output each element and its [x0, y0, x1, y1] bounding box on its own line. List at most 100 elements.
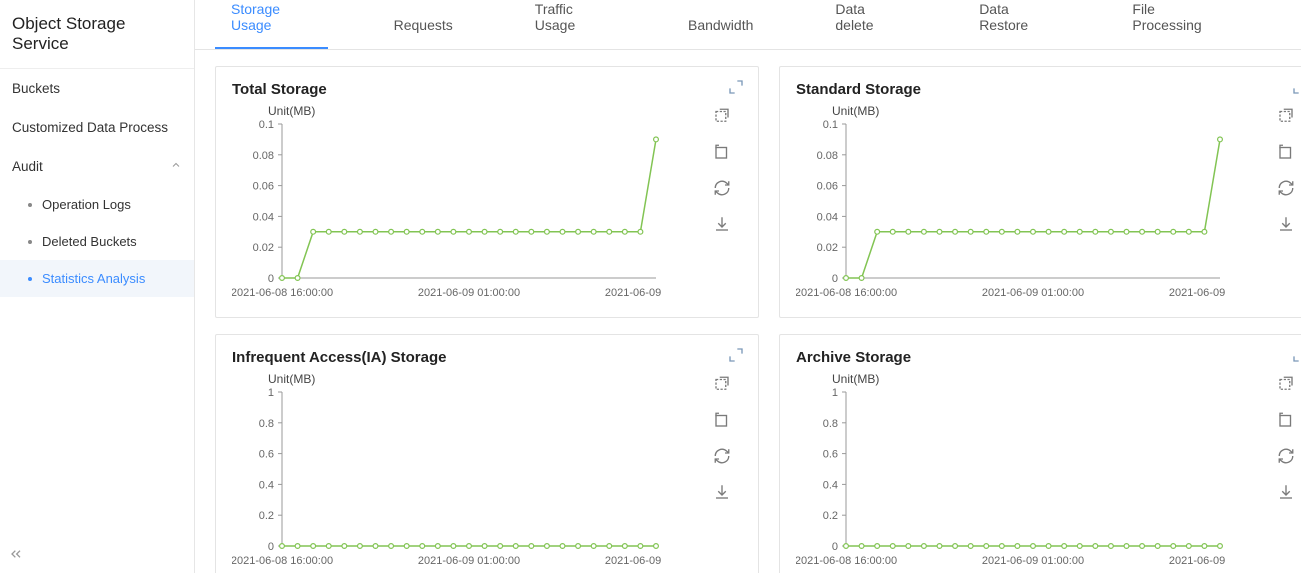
sidebar-item-customized-data-process[interactable]: Customized Data Process — [0, 108, 194, 147]
sidebar-item-audit[interactable]: Audit — [0, 147, 194, 186]
svg-text:0.08: 0.08 — [253, 150, 274, 162]
tool-refresh-icon[interactable] — [712, 178, 732, 198]
svg-text:2021-06-08 16:00:00: 2021-06-08 16:00:00 — [796, 287, 897, 299]
svg-text:2021-06-09 01:00:00: 2021-06-09 01:00:00 — [418, 555, 520, 567]
svg-text:2021-06-09 01:00:00: 2021-06-09 01:00:00 — [418, 287, 520, 299]
tool-area-select-icon[interactable] — [1276, 106, 1296, 126]
sidebar-item-buckets[interactable]: Buckets — [0, 69, 194, 108]
sidebar-sub-label: Statistics Analysis — [42, 271, 145, 286]
svg-text:2021-06-08 16:00:00: 2021-06-08 16:00:00 — [232, 287, 333, 299]
sidebar-item-label: Buckets — [12, 81, 60, 96]
svg-text:0.1: 0.1 — [823, 120, 838, 131]
svg-text:0.2: 0.2 — [259, 510, 274, 522]
card-archive-storage: Archive Storage Unit(MB) 0 0.2 0.4 0.6 0.8 1 2… — [779, 334, 1301, 573]
chart-unit-label: Unit(MB) — [268, 372, 702, 386]
tool-refresh-icon[interactable] — [1276, 178, 1296, 198]
svg-text:0: 0 — [832, 541, 838, 553]
chart-ia-storage: 0 0.2 0.4 0.6 0.8 1 2021-06-08 16:00:00 2021-06… — [232, 388, 662, 568]
svg-text:0: 0 — [268, 541, 274, 553]
tool-download-icon[interactable] — [1276, 482, 1296, 502]
tab-storage-usage[interactable]: Storage Usage — [215, 0, 328, 49]
tool-download-icon[interactable] — [1276, 214, 1296, 234]
tool-area-select-icon[interactable] — [1276, 374, 1296, 394]
tabs: Storage Usage Requests Traffic Usage Ban… — [195, 0, 1301, 50]
tab-requests[interactable]: Requests — [378, 3, 469, 49]
main: Storage Usage Requests Traffic Usage Ban… — [195, 0, 1301, 573]
tool-download-icon[interactable] — [712, 482, 732, 502]
card-tools — [1266, 372, 1301, 568]
tool-area-select-icon[interactable] — [712, 106, 732, 126]
card-tools — [702, 372, 742, 568]
expand-icon[interactable] — [728, 347, 744, 368]
expand-icon[interactable] — [1292, 347, 1301, 368]
chart-archive-storage: 0 0.2 0.4 0.6 0.8 1 2021-06-08 16:00:00 2021-06… — [796, 388, 1226, 568]
chart-unit-label: Unit(MB) — [268, 104, 702, 118]
sidebar-item-label: Audit — [12, 159, 43, 174]
svg-text:2021-06-09 01:00:00: 2021-06-09 01:00:00 — [982, 555, 1084, 567]
svg-text:0.06: 0.06 — [253, 181, 274, 193]
sidebar-sub-label: Operation Logs — [42, 197, 131, 212]
card-tools — [702, 104, 742, 300]
svg-text:2021-06-09 01:00:00: 2021-06-09 01:00:00 — [982, 287, 1084, 299]
sidebar-collapse-icon[interactable] — [8, 546, 24, 565]
svg-text:2021-06-09 10:00:00: 2021-06-09 10:00:00 — [605, 287, 662, 299]
tool-download-icon[interactable] — [712, 214, 732, 234]
tool-reset-icon[interactable] — [1276, 410, 1296, 430]
sidebar-sub-deleted-buckets[interactable]: Deleted Buckets — [0, 223, 194, 260]
svg-text:2021-06-08 16:00:00: 2021-06-08 16:00:00 — [232, 555, 333, 567]
sidebar-sub-operation-logs[interactable]: Operation Logs — [0, 186, 194, 223]
card-title: Archive Storage — [796, 349, 1301, 366]
chart-standard-storage: 00.020.040.060.080.12021-06-08 16:00:002… — [796, 120, 1226, 300]
sidebar-sub-statistics-analysis[interactable]: Statistics Analysis — [0, 260, 194, 297]
tab-data-restore[interactable]: Data Restore — [963, 0, 1066, 49]
svg-text:2021-06-09 10:00:00: 2021-06-09 10:00:00 — [1169, 555, 1226, 567]
svg-text:0.8: 0.8 — [823, 418, 838, 430]
svg-text:2021-06-09 10:00:00: 2021-06-09 10:00:00 — [605, 555, 662, 567]
svg-text:0.6: 0.6 — [823, 449, 838, 461]
svg-text:0.1: 0.1 — [259, 120, 274, 131]
tool-area-select-icon[interactable] — [712, 374, 732, 394]
svg-text:2021-06-08 16:00:00: 2021-06-08 16:00:00 — [796, 555, 897, 567]
chart-unit-label: Unit(MB) — [832, 104, 1266, 118]
card-title: Standard Storage — [796, 81, 1301, 98]
card-title: Infrequent Access(IA) Storage — [232, 349, 742, 366]
sidebar: Object Storage Service Buckets Customize… — [0, 0, 195, 573]
svg-text:0.04: 0.04 — [817, 211, 838, 223]
card-tools — [1266, 104, 1301, 300]
sidebar-item-label: Customized Data Process — [12, 120, 168, 135]
svg-text:0.2: 0.2 — [823, 510, 838, 522]
tool-reset-icon[interactable] — [1276, 142, 1296, 162]
sidebar-title: Object Storage Service — [0, 0, 194, 69]
svg-text:0.04: 0.04 — [253, 211, 274, 223]
svg-text:0: 0 — [832, 273, 838, 285]
tool-refresh-icon[interactable] — [1276, 446, 1296, 466]
tool-reset-icon[interactable] — [712, 142, 732, 162]
svg-text:0.4: 0.4 — [259, 479, 274, 491]
tab-data-delete[interactable]: Data delete — [819, 0, 913, 49]
card-title: Total Storage — [232, 81, 742, 98]
tool-reset-icon[interactable] — [712, 410, 732, 430]
svg-text:1: 1 — [832, 388, 838, 399]
svg-text:0.4: 0.4 — [823, 479, 838, 491]
card-standard-storage: Standard Storage Unit(MB) 00.020.040.060… — [779, 66, 1301, 318]
chart-unit-label: Unit(MB) — [832, 372, 1266, 386]
sidebar-sub-label: Deleted Buckets — [42, 234, 137, 249]
chevron-up-icon — [170, 159, 182, 174]
svg-text:0.06: 0.06 — [817, 181, 838, 193]
tool-refresh-icon[interactable] — [712, 446, 732, 466]
svg-text:0.6: 0.6 — [259, 449, 274, 461]
svg-text:0.08: 0.08 — [817, 150, 838, 162]
expand-icon[interactable] — [728, 79, 744, 100]
expand-icon[interactable] — [1292, 79, 1301, 100]
svg-text:2021-06-09 10:00:00: 2021-06-09 10:00:00 — [1169, 287, 1226, 299]
svg-text:1: 1 — [268, 388, 274, 399]
svg-text:0: 0 — [268, 273, 274, 285]
tab-file-processing[interactable]: File Processing — [1116, 0, 1231, 49]
content: Total Storage Unit(MB) 0 0.02 0.04 0.06 0.08… — [195, 50, 1301, 573]
svg-text:0.8: 0.8 — [259, 418, 274, 430]
card-total-storage: Total Storage Unit(MB) 0 0.02 0.04 0.06 0.08… — [215, 66, 759, 318]
tab-traffic-usage[interactable]: Traffic Usage — [519, 0, 622, 49]
svg-text:0.02: 0.02 — [253, 242, 274, 254]
tab-bandwidth[interactable]: Bandwidth — [672, 3, 769, 49]
chart-total-storage: 0 0.02 0.04 0.06 0.08 0.1 2021-06-08 16:00:00 2… — [232, 120, 662, 300]
